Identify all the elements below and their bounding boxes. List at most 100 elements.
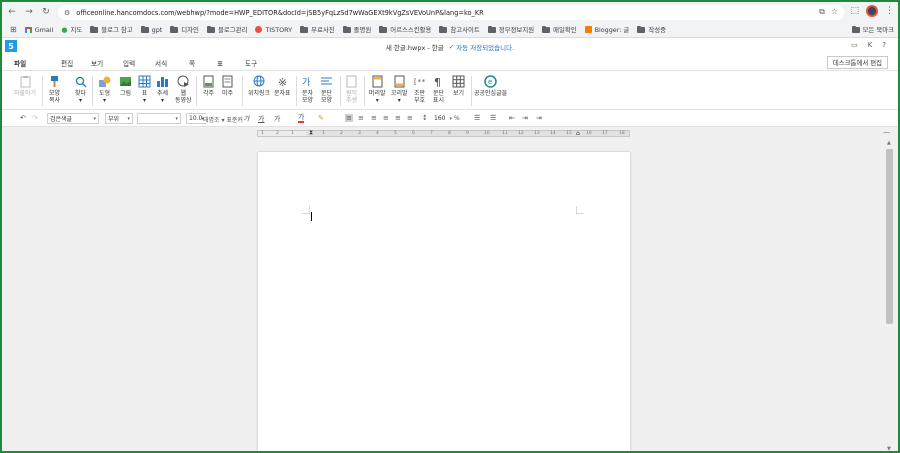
highlight-icon[interactable]: ✎	[318, 114, 324, 122]
folder-icon	[542, 25, 551, 33]
horizontal-ruler[interactable]: 1 2 1 ⧗ 1 2 3 4 5 6 7 8 9 10 11 12 13 14…	[257, 129, 630, 137]
menu-tab-view[interactable]: 보기	[91, 58, 117, 68]
align-left-icon[interactable]: ≡	[358, 114, 364, 122]
document-page[interactable]	[258, 152, 630, 451]
bookmark-folder[interactable]: 어르스스킨활용	[379, 25, 431, 34]
ribbon-header[interactable]: 머리말 ▾	[369, 75, 386, 104]
bookmark-folder[interactable]: 작성중	[637, 25, 666, 34]
ruler-right-marker[interactable]: ⌂	[576, 130, 580, 137]
account-initial[interactable]: K	[868, 41, 873, 49]
undo-icon[interactable]: ↶	[20, 114, 26, 122]
margin-corner-top-right	[576, 206, 584, 214]
indent-increase-icon[interactable]: ⇥	[522, 114, 528, 122]
numbered-list-icon[interactable]: ☰	[490, 114, 496, 122]
divider	[42, 76, 43, 106]
ribbon-picture[interactable]: 그림	[119, 75, 132, 97]
translate-icon[interactable]: ⧉	[819, 7, 825, 17]
menu-tab-table[interactable]: 표	[217, 58, 243, 68]
scroll-down-icon[interactable]: ▼	[887, 446, 891, 451]
ribbon-footnote[interactable]: 각주	[202, 75, 215, 97]
ribbon-hyperlink[interactable]: 위치링크	[248, 75, 270, 97]
ribbon-endnote[interactable]: 미주	[221, 75, 234, 97]
ribbon-web-video[interactable]: 웹 동영상	[175, 75, 192, 104]
ribbon-view[interactable]: 보기	[452, 75, 465, 97]
font-lang-select[interactable]: 부위	[105, 113, 133, 124]
line-spacing-icon[interactable]: ↕	[422, 114, 428, 122]
map-pin-icon: ●	[61, 25, 68, 34]
back-icon[interactable]: ←	[5, 5, 19, 19]
hancom-logo[interactable]: 5	[5, 40, 17, 52]
bookmark-star-icon[interactable]: ☆	[831, 7, 838, 17]
underline-icon[interactable]: 가	[258, 114, 264, 124]
align-split-icon[interactable]: ≡	[407, 114, 413, 122]
align-justify-icon[interactable]: ≡	[345, 114, 353, 122]
ruler-toggle-icon[interactable]: —	[883, 128, 890, 136]
bookmark-tistory[interactable]: TISTORY	[255, 26, 292, 34]
address-bar[interactable]: ⚙ officeonline.hancomdocs.com/webhwp/?mo…	[58, 5, 844, 20]
ribbon-chart[interactable]: 추세 ▾	[156, 75, 169, 104]
align-right-icon[interactable]: ≡	[383, 114, 389, 122]
ribbon-symbol[interactable]: ※ 문자표	[274, 75, 291, 97]
ribbon-char-shape[interactable]: 가 문자 모양	[301, 75, 314, 104]
font-color-icon[interactable]: 가	[298, 114, 305, 123]
ribbon-find[interactable]: 찾다 ▾	[74, 75, 87, 104]
menu-tab-format[interactable]: 서식	[155, 58, 181, 68]
menu-tab-file[interactable]: 파일	[14, 58, 40, 68]
bookmark-folder[interactable]: 디자인	[170, 25, 199, 34]
ribbon-disabled-item[interactable]: 원익 추생	[345, 75, 358, 104]
ribbon-shape[interactable]: 도형 ▾	[98, 75, 111, 104]
menu-tab-edit[interactable]: 편집	[61, 58, 87, 68]
all-bookmarks[interactable]: 모든 북마크	[851, 25, 894, 34]
bookmark-folder[interactable]: 무료사진	[300, 25, 335, 34]
ribbon-control-codes[interactable]: [**] 조판부호	[413, 75, 426, 104]
check-icon: ✓	[448, 42, 455, 51]
ribbon-format-copy[interactable]: 모양 복사	[48, 75, 61, 104]
menu-tab-insert[interactable]: 입력	[123, 58, 149, 68]
outline-icon[interactable]: ⇥	[536, 114, 542, 122]
bookmark-folder[interactable]: 블로그관리	[206, 25, 247, 34]
profile-avatar[interactable]	[866, 5, 878, 17]
bookmark-blogger[interactable]: Blogger: 글	[584, 25, 629, 34]
ribbon-para-marks[interactable]: ¶ 문단 표시	[432, 75, 445, 104]
site-info-icon[interactable]: ⚙	[64, 9, 70, 17]
menu-tab-tools[interactable]: 도구	[245, 58, 271, 68]
scroll-up-icon[interactable]: ▲	[887, 140, 891, 146]
forward-icon[interactable]: →	[22, 5, 36, 19]
bookmark-folder[interactable]: 정부정보지원	[487, 25, 534, 34]
ribbon-public-font[interactable]: e 공공안심글꼴	[474, 75, 507, 97]
vertical-scrollbar[interactable]: ▲ ▼	[886, 139, 893, 451]
font-weight-label[interactable]: 태명조 ▾ 표준커	[203, 115, 243, 124]
reload-icon[interactable]: ↻	[39, 5, 53, 19]
comment-icon[interactable]: ▭	[851, 41, 858, 49]
scrollbar-thumb[interactable]	[886, 149, 893, 324]
extensions-icon[interactable]: ⬚	[850, 6, 859, 16]
menu-tab-page[interactable]: 쪽	[189, 58, 215, 68]
ribbon-footer[interactable]: 꼬리말 ▾	[391, 75, 408, 104]
line-spacing-select[interactable]: 160	[432, 113, 454, 124]
italic-icon[interactable]: 가	[243, 114, 249, 124]
ruler-indent-marker[interactable]: ⧗	[309, 129, 313, 137]
indent-decrease-icon[interactable]: ⇤	[509, 114, 515, 122]
style-select[interactable]: 검은색글	[47, 113, 99, 124]
menu-icon[interactable]: ⋮	[885, 6, 894, 16]
font-select[interactable]	[137, 113, 181, 124]
edit-in-desktop-button[interactable]: 데스크톱에서 편집	[826, 56, 888, 69]
bookmark-folder[interactable]: 매일확인	[542, 25, 577, 34]
bookmark-folder[interactable]: 참고사이트	[439, 25, 480, 34]
align-center-icon[interactable]: ≡	[371, 114, 377, 122]
bookmark-folder[interactable]: gpt	[140, 25, 162, 34]
bookmark-folder[interactable]: 졸명원	[342, 25, 371, 34]
ribbon-undo-format[interactable]: 하할하기	[14, 75, 36, 97]
ribbon-table[interactable]: 표 ▾	[138, 75, 151, 104]
ribbon-para-shape[interactable]: 문단 모양	[320, 75, 333, 104]
ruler-tick: 1	[291, 131, 294, 136]
help-icon[interactable]: ?	[882, 41, 886, 49]
bookmark-gmail[interactable]: Gmail	[24, 26, 53, 34]
bookmark-map[interactable]: ● 지도	[61, 25, 82, 35]
align-distribute-icon[interactable]: ≡	[395, 114, 401, 122]
bookmark-folder[interactable]: 블로그 참고	[90, 25, 133, 34]
redo-icon[interactable]: ↷	[32, 114, 38, 122]
apps-grid-icon[interactable]: ⊞	[10, 25, 17, 34]
strike-icon[interactable]: 가	[274, 114, 280, 124]
bullet-list-icon[interactable]: ☰	[474, 114, 480, 122]
